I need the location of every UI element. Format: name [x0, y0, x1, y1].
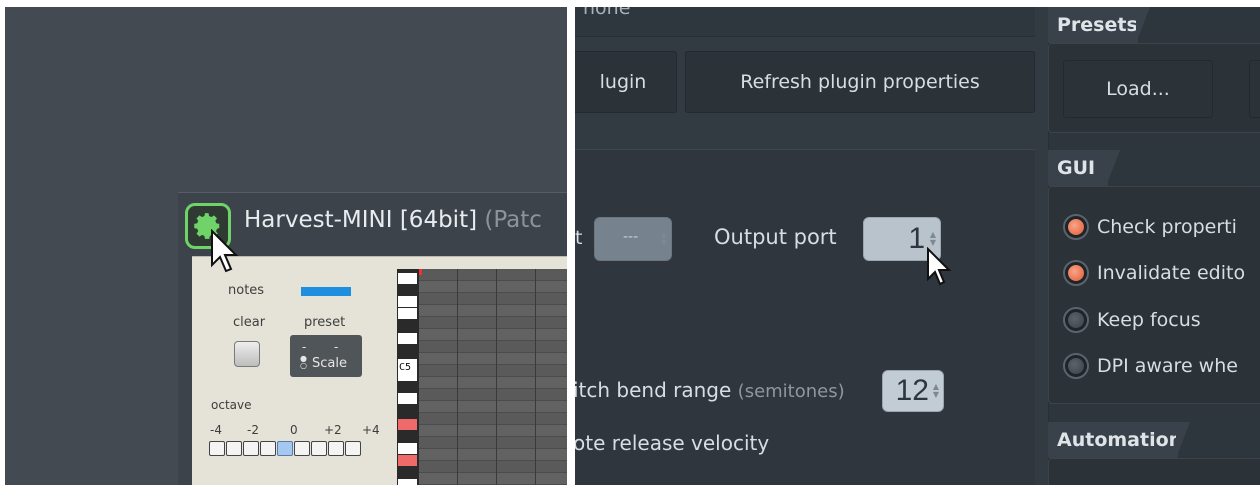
- octave-option-selected[interactable]: [277, 441, 293, 456]
- octave-option[interactable]: [328, 441, 344, 456]
- dpi-aware-option[interactable]: DPI aware whe: [1063, 353, 1238, 379]
- piano-key-active[interactable]: [398, 455, 417, 466]
- radio-checked-icon: [1063, 214, 1089, 240]
- tab-automation: Automation: [1048, 422, 1190, 458]
- disabled-port-spinner[interactable]: --- ▲ ▼: [594, 217, 672, 261]
- octave-option[interactable]: [209, 441, 225, 456]
- top-dropdown[interactable]: [575, 7, 1035, 37]
- option-label: Keep focus: [1097, 309, 1201, 331]
- octave-value-label: +4: [362, 423, 380, 437]
- octave-value-label: 0: [290, 423, 298, 437]
- refresh-plugin-properties-button[interactable]: Refresh plugin properties: [685, 51, 1035, 113]
- plugin-patch-suffix: (Patc: [477, 207, 542, 233]
- note-release-velocity-label: ote release velocity: [575, 431, 770, 455]
- piano-key[interactable]: [398, 393, 417, 404]
- check-properties-option[interactable]: Check properti: [1063, 214, 1237, 240]
- octave-option[interactable]: [294, 441, 310, 456]
- preset-dash-left: -: [302, 340, 307, 354]
- preset-label: preset: [304, 315, 346, 330]
- preset-selector[interactable]: - - ● ○ Scale: [290, 335, 362, 377]
- octave-option[interactable]: [260, 441, 276, 456]
- octave-option[interactable]: [243, 441, 259, 456]
- plugin-settings-panel: none lugin Refresh plugin properties t -…: [575, 7, 1260, 485]
- pitch-bend-range-label: itch bend range (semitones): [575, 378, 845, 402]
- spinner-arrows-icon: ▲ ▼: [929, 230, 936, 247]
- tab-gui: GUI: [1048, 150, 1120, 186]
- pitch-bend-unit: (semitones): [737, 381, 845, 402]
- notes-label: notes: [228, 283, 265, 298]
- pitch-bend-value: 12: [895, 374, 929, 407]
- octave-value-label: -2: [247, 423, 259, 437]
- plugin-window-title: Harvest-MINI [64bit] (Patc: [244, 207, 542, 233]
- octave-value-label: -4: [210, 423, 222, 437]
- note-grid[interactable]: [419, 269, 567, 485]
- c5-key-label: C5: [399, 362, 412, 373]
- tab-presets: Presets: [1048, 7, 1150, 43]
- piano-key[interactable]: [398, 296, 417, 307]
- preset-value: Scale: [312, 356, 347, 371]
- invalidate-editor-option[interactable]: Invalidate edito: [1063, 260, 1245, 286]
- gui-tab-label: GUI: [1057, 157, 1096, 179]
- pitch-bend-label-text: itch bend range: [575, 378, 732, 402]
- refresh-button-label: Refresh plugin properties: [740, 71, 980, 93]
- piano-key[interactable]: [398, 273, 417, 284]
- option-label: Check properti: [1097, 216, 1237, 238]
- radio-unchecked-icon: [1063, 307, 1089, 333]
- presets-tab-label: Presets: [1057, 14, 1138, 36]
- automation-tab-label: Automation: [1057, 429, 1183, 451]
- plugin-button-label: lugin: [599, 71, 647, 93]
- piano-key[interactable]: [398, 443, 417, 454]
- keep-focus-option[interactable]: Keep focus: [1063, 307, 1201, 333]
- radio-checked-icon: [1063, 260, 1089, 286]
- option-label: Invalidate edito: [1097, 262, 1246, 284]
- piano-keyboard[interactable]: C5: [397, 269, 419, 485]
- octave-option[interactable]: [311, 441, 327, 456]
- piano-key[interactable]: [398, 333, 417, 344]
- preset-dash-right: -: [334, 340, 339, 354]
- playhead-marker: [419, 269, 422, 275]
- mouse-cursor-icon: [927, 247, 952, 286]
- option-label: DPI aware whe: [1097, 355, 1238, 377]
- output-port-value: 1: [908, 222, 925, 255]
- desktop-background-left: Harvest-MINI [64bit] (Patc notes clear p…: [5, 7, 567, 485]
- clear-button[interactable]: [234, 341, 260, 367]
- piano-key-active[interactable]: [398, 419, 417, 430]
- port-label-partial: t: [575, 227, 583, 249]
- octave-option[interactable]: [226, 441, 242, 456]
- spinner-arrows-icon: ▲ ▼: [660, 230, 667, 247]
- load-button-label: Load...: [1106, 78, 1170, 100]
- load-preset-button[interactable]: Load...: [1063, 60, 1213, 118]
- pitch-bend-spinner[interactable]: 12 ▲ ▼: [882, 370, 944, 412]
- top-dropdown-value: none: [583, 7, 631, 19]
- octave-value-label: +2: [324, 423, 342, 437]
- piano-key[interactable]: [398, 479, 417, 485]
- mouse-cursor-icon: [211, 229, 239, 273]
- plugin-button[interactable]: lugin: [575, 51, 677, 113]
- octave-label: octave: [211, 398, 252, 412]
- octave-selector: [209, 441, 361, 456]
- spinner-arrows-icon: ▲ ▼: [932, 382, 939, 399]
- automation-group: [1048, 458, 1260, 485]
- save-preset-button[interactable]: [1249, 60, 1260, 118]
- plugin-ui-body: notes clear preset - - ● ○ Scale octave -…: [192, 256, 567, 485]
- output-port-label: Output port: [714, 225, 837, 249]
- plugin-name: Harvest-MINI [64bit]: [244, 207, 478, 233]
- clear-label: clear: [233, 315, 266, 330]
- preset-toggle-dots-icon: ● ○: [300, 354, 307, 370]
- radio-unchecked-icon: [1063, 353, 1089, 379]
- notes-indicator-bar: [301, 287, 351, 296]
- disabled-port-value: ---: [623, 229, 639, 245]
- octave-option[interactable]: [345, 441, 361, 456]
- piano-key[interactable]: [398, 308, 417, 319]
